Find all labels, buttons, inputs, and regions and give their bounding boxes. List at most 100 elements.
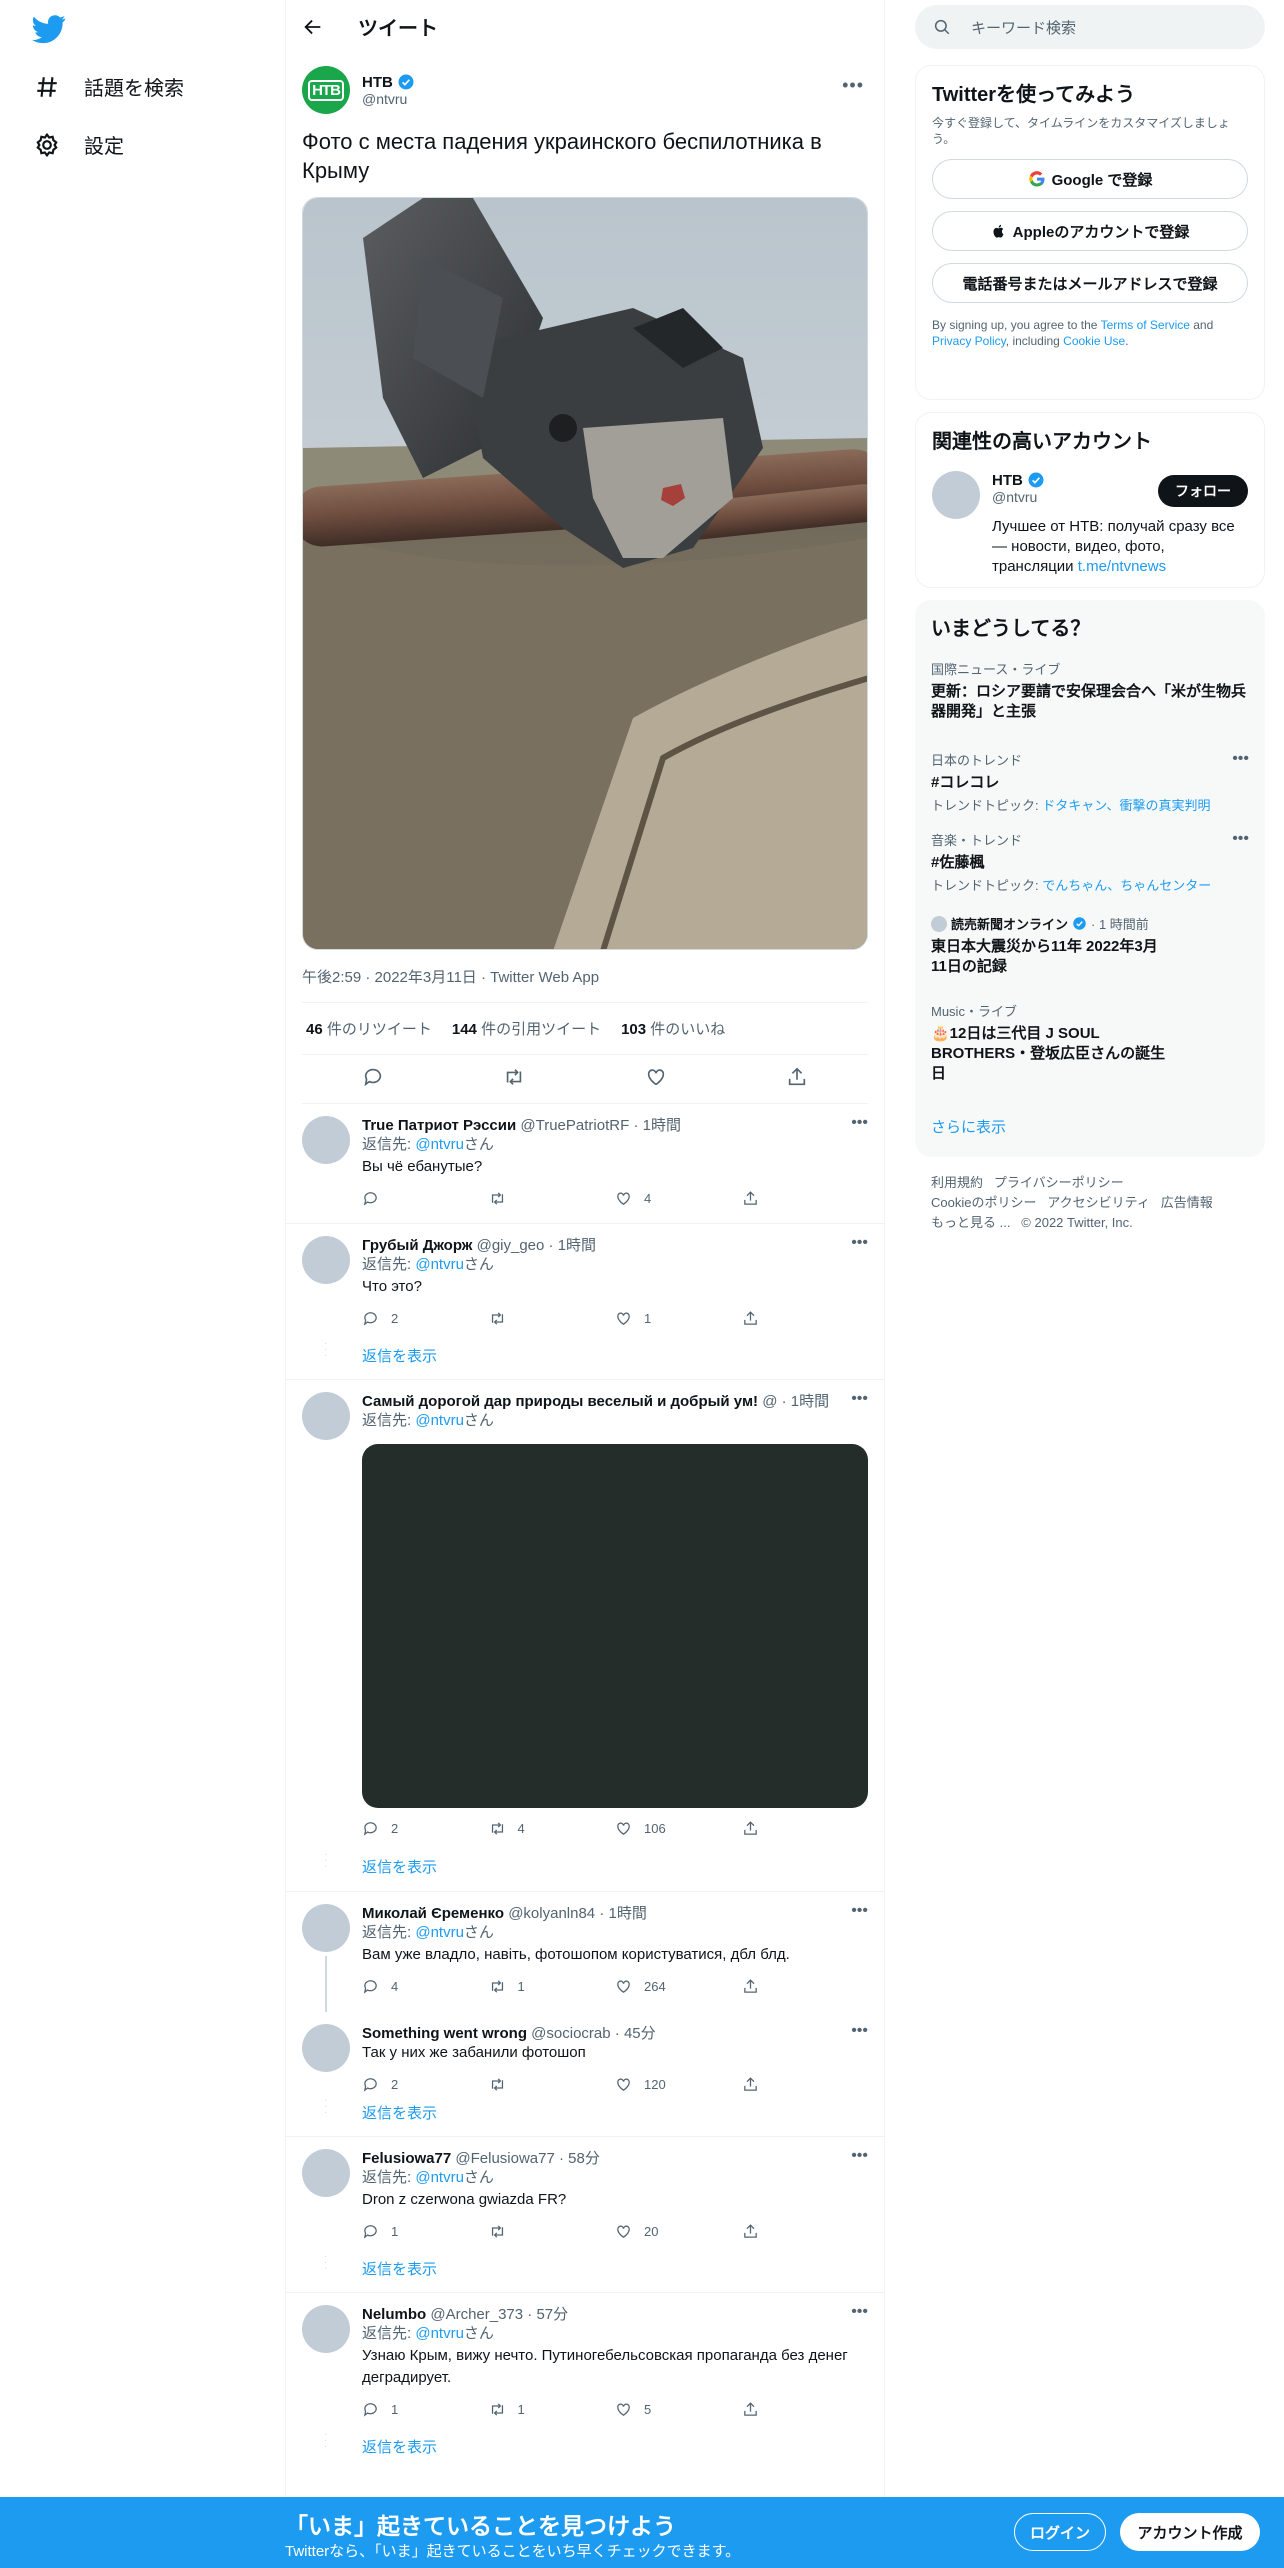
reply-tweet[interactable]: ••• Миколай Єременко @kolyanln84 · 1時間 返…	[286, 1892, 884, 2012]
reply-time[interactable]: · 1時間	[549, 1237, 597, 1254]
reply-time[interactable]: · 1時間	[782, 1393, 830, 1410]
retweet-icon[interactable]	[489, 1190, 616, 1207]
share-icon[interactable]	[786, 1066, 808, 1093]
reply-author-handle[interactable]: @	[762, 1393, 777, 1410]
likes-stat[interactable]: 103 件のいいね	[621, 1018, 725, 1039]
footer-cookie[interactable]: Cookieのポリシー	[931, 1195, 1036, 1210]
share-icon[interactable]	[742, 1310, 869, 1327]
footer-more[interactable]: もっと見る ...	[931, 1215, 1010, 1230]
reply-author-name[interactable]: Миколай Єременко	[362, 1905, 504, 1922]
retweet-icon[interactable]	[489, 1310, 616, 1327]
signup-button[interactable]: アカウント作成	[1120, 2513, 1260, 2551]
reply-icon[interactable]: 1	[362, 2401, 489, 2418]
reply-icon[interactable]: 1	[362, 2223, 489, 2240]
like-icon[interactable]	[645, 1066, 667, 1093]
footer-privacy[interactable]: プライバシーポリシー	[994, 1175, 1124, 1190]
trend-item[interactable]: 音楽・トレンド #佐藤楓 トレンドトピック: でんちゃん、ちゃんセンター •••	[915, 830, 1265, 894]
reply-author-name[interactable]: Nelumbo	[362, 2306, 426, 2323]
reply-tweet[interactable]: ••• · · · Felusiowa77 @Felusiowa77 · 58分 返…	[286, 2137, 884, 2293]
avatar[interactable]	[302, 2305, 350, 2353]
reply-time[interactable]: · 1時間	[599, 1905, 647, 1922]
avatar[interactable]	[302, 1116, 350, 1164]
show-replies-link[interactable]: 返信を表示	[362, 1345, 437, 1366]
avatar[interactable]	[302, 2024, 350, 2072]
retweet-icon[interactable]: 4	[489, 1820, 616, 1837]
search-input[interactable]: キーワード検索	[971, 17, 1076, 38]
phone-email-signup-button[interactable]: 電話番号またはメールアドレスで登録	[932, 263, 1248, 303]
like-icon[interactable]: 120	[615, 2076, 742, 2093]
like-icon[interactable]: 4	[615, 1190, 742, 1207]
share-icon[interactable]	[742, 1978, 869, 1995]
like-icon[interactable]: 264	[615, 1978, 742, 1995]
terms-link[interactable]: Terms of Service	[1101, 318, 1190, 332]
reply-tweet[interactable]: ••• · · · Грубый Джорж @giy_geo · 1時間 返信先:…	[286, 1224, 884, 1380]
retweet-icon[interactable]	[503, 1066, 525, 1093]
google-signup-button[interactable]: Google で登録	[932, 159, 1248, 199]
show-replies-link[interactable]: 返信を表示	[362, 2258, 437, 2279]
reply-author-handle[interactable]: @TruePatriotRF	[520, 1117, 629, 1134]
footer-accessibility[interactable]: アクセシビリティ	[1047, 1195, 1150, 1210]
share-icon[interactable]	[742, 2223, 869, 2240]
more-options-icon[interactable]: •••	[1232, 750, 1249, 768]
reply-author-name[interactable]: Felusiowa77	[362, 2150, 451, 2167]
reply-icon[interactable]: 2	[362, 1310, 489, 1327]
show-replies-link[interactable]: 返信を表示	[362, 2102, 437, 2123]
trend-item[interactable]: 読売新聞オンライン · 1 時間前 東日本大震災から11年 2022年3月11日…	[915, 914, 1265, 977]
show-more-link[interactable]: さらに表示	[931, 1116, 1006, 1137]
share-icon[interactable]	[742, 2401, 869, 2418]
like-icon[interactable]: 5	[615, 2401, 742, 2418]
footer-terms[interactable]: 利用規約	[931, 1175, 983, 1190]
show-replies-link[interactable]: 返信を表示	[362, 1856, 437, 1877]
share-icon[interactable]	[742, 1190, 869, 1207]
trend-item[interactable]: Music・ライブ 🎂12日は三代目 J SOUL BROTHERS・登坂広臣さ…	[915, 1001, 1265, 1084]
retweet-icon[interactable]	[489, 2223, 616, 2240]
show-replies-link[interactable]: 返信を表示	[362, 2436, 437, 2457]
reply-icon[interactable]: 2	[362, 2076, 489, 2093]
more-options-icon[interactable]: •••	[1232, 830, 1249, 848]
reply-author-handle[interactable]: @sociocrab	[531, 2025, 610, 2042]
reply-icon[interactable]	[362, 1190, 489, 1207]
reply-time[interactable]: · 57分	[527, 2306, 568, 2323]
avatar[interactable]	[302, 2149, 350, 2197]
reply-tweet[interactable]: ••• True Патриот Рэссии @TruePatriotRF ·…	[286, 1104, 884, 1224]
author-name-row[interactable]: НТВ	[362, 73, 415, 91]
tweet-photo[interactable]	[302, 197, 868, 950]
twitter-logo-icon[interactable]	[32, 12, 66, 46]
reply-icon[interactable]: 4	[362, 1978, 489, 1995]
reply-media[interactable]	[362, 1444, 868, 1808]
like-icon[interactable]: 106	[615, 1820, 742, 1837]
author-handle[interactable]: @ntvru	[362, 91, 415, 107]
tweet-timestamp[interactable]: 午後2:59 · 2022年3月11日 · Twitter Web App	[302, 966, 868, 986]
reply-time[interactable]: · 45分	[615, 2025, 656, 2042]
avatar[interactable]	[302, 1904, 350, 1952]
back-arrow-icon[interactable]	[302, 16, 324, 38]
reply-tweet[interactable]: ••• · · · Самый дорогой дар природы веселы…	[286, 1380, 884, 1892]
cookie-link[interactable]: Cookie Use	[1063, 334, 1125, 348]
reply-author-name[interactable]: Something went wrong	[362, 2025, 527, 2042]
reply-time[interactable]: · 1時間	[633, 1117, 681, 1134]
retweet-icon[interactable]	[489, 2076, 616, 2093]
reply-author-handle[interactable]: @Archer_373	[430, 2306, 523, 2323]
retweet-icon[interactable]: 1	[489, 2401, 616, 2418]
avatar[interactable]	[302, 1392, 350, 1440]
avatar[interactable]	[932, 471, 980, 519]
follow-button[interactable]: フォロー	[1158, 475, 1248, 507]
trend-item[interactable]: 国際ニュース・ライブ 更新：ロシア要請で安保理会合へ「米が生物兵器開発」と主張	[915, 659, 1265, 722]
reply-author-name[interactable]: Самый дорогой дар природы веселый и добр…	[362, 1393, 758, 1410]
like-icon[interactable]: 1	[615, 1310, 742, 1327]
reply-icon[interactable]: 2	[362, 1820, 489, 1837]
reply-time[interactable]: · 58分	[559, 2150, 600, 2167]
quotes-stat[interactable]: 144 件の引用ツイート	[452, 1018, 601, 1039]
privacy-link[interactable]: Privacy Policy	[932, 334, 1006, 348]
avatar[interactable]	[302, 1236, 350, 1284]
search-box[interactable]: キーワード検索	[915, 5, 1265, 49]
reply-author-name[interactable]: True Патриот Рэссии	[362, 1117, 516, 1134]
reply-author-name[interactable]: Грубый Джорж	[362, 1237, 472, 1254]
footer-ads[interactable]: 広告情報	[1161, 1195, 1213, 1210]
more-options-icon[interactable]: •••	[842, 75, 864, 96]
reply-author-handle[interactable]: @giy_geo	[477, 1237, 545, 1254]
share-icon[interactable]	[742, 1820, 869, 1837]
nav-explore[interactable]: 話題を検索	[34, 72, 184, 101]
reply-author-handle[interactable]: @Felusiowa77	[455, 2150, 554, 2167]
share-icon[interactable]	[742, 2076, 869, 2093]
